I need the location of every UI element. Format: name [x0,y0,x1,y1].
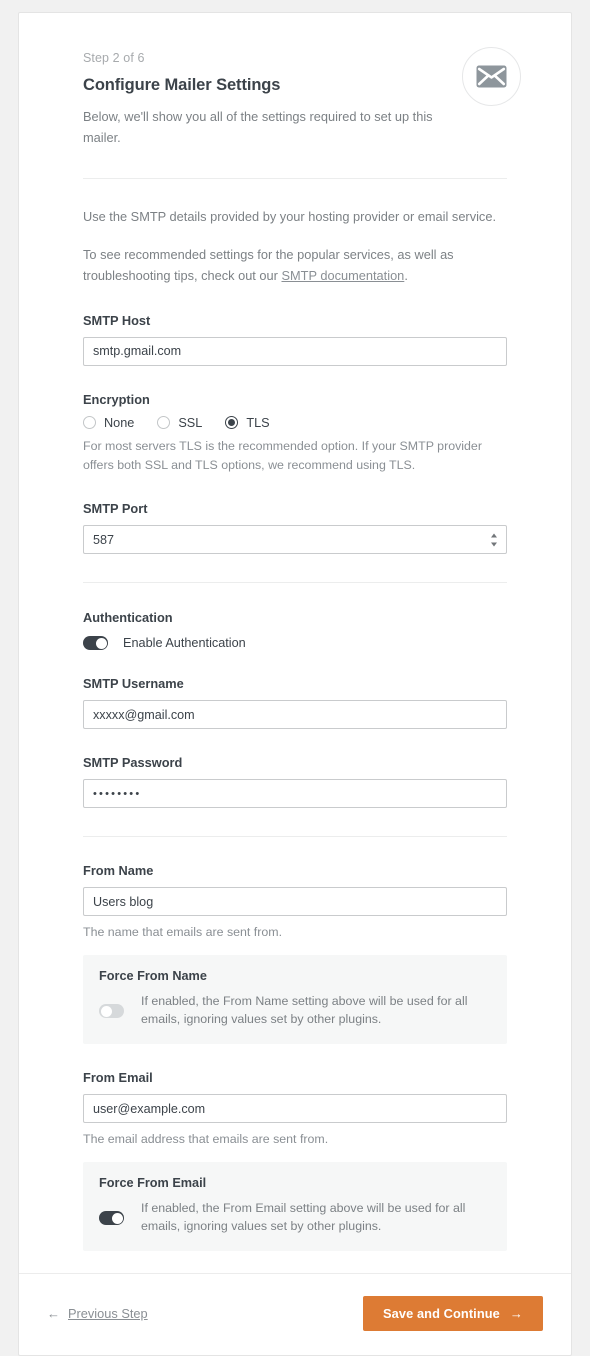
from-name-input[interactable] [83,887,507,917]
smtp-password-input[interactable] [83,779,507,809]
from-email-label: From Email [83,1070,153,1086]
encryption-option-none-label: None [104,415,135,430]
force-from-name-toggle[interactable] [99,1004,124,1019]
force-from-email-toggle[interactable] [99,1211,124,1226]
force-from-name-row: If enabled, the From Name setting above … [99,993,491,1029]
smtp-host-input[interactable] [83,336,507,366]
envelope-icon [476,65,507,88]
from-email-input[interactable] [83,1094,507,1124]
encryption-option-tls[interactable]: TLS [225,415,270,430]
radio-icon-tls [225,416,239,430]
from-email-help-text: The email address that emails are sent f… [83,1132,329,1147]
encryption-option-ssl-label: SSL [178,415,203,430]
from-email-field: From Email The email address that emails… [83,1070,507,1252]
spinner-down-icon[interactable] [490,542,497,547]
encryption-radio-group: None SSL TLS [83,416,507,430]
authentication-section: Authentication Enable Authentication [83,609,507,651]
spinner-up-icon[interactable] [490,533,497,538]
previous-step-link[interactable]: ← Previous Step [47,1306,148,1321]
smtp-username-label: SMTP Username [83,676,184,692]
force-from-name-description: If enabled, the From Name setting above … [141,994,468,1027]
smtp-documentation-link[interactable]: SMTP documentation [281,268,404,283]
wizard-body: Step 2 of 6 Configure Mailer Settings Be… [19,13,571,1273]
wizard-footer: ← Previous Step Save and Continue → [19,1273,571,1355]
smtp-password-field: SMTP Password [83,755,507,809]
setup-wizard-card: Step 2 of 6 Configure Mailer Settings Be… [18,12,572,1356]
arrow-right-icon: → [509,1306,523,1322]
force-from-name-box: Force From Name If enabled, the From Nam… [83,955,507,1045]
radio-icon-ssl [157,416,171,430]
smtp-port-input[interactable] [83,525,507,555]
header-divider [83,178,507,180]
enable-authentication-toggle[interactable] [83,636,108,651]
page-title: Configure Mailer Settings [83,76,281,94]
section-divider-auth [83,582,507,584]
smtp-port-field: SMTP Port [83,501,507,555]
force-from-email-title: Force From Email [99,1176,207,1191]
smtp-host-label: SMTP Host [83,312,151,328]
toggle-knob [100,1005,112,1017]
step-indicator: Step 2 of 6 [83,51,145,65]
mailer-icon-badge [462,47,521,106]
smtp-port-label: SMTP Port [83,501,148,517]
encryption-field: Encryption None SSL TLS For most servers… [83,392,507,475]
encryption-option-none[interactable]: None [83,416,134,430]
encryption-option-ssl[interactable]: SSL [157,416,202,430]
smtp-username-input[interactable] [83,700,507,730]
section-divider-from [83,836,507,838]
page-description: Below, we'll show you all of the setting… [83,109,433,145]
radio-icon-none [83,416,96,430]
arrow-left-icon: ← [47,1306,60,1322]
smtp-port-input-wrap [83,525,507,555]
toggle-knob [95,637,107,649]
intro-paragraph-1: Use the SMTP details provided by your ho… [83,209,497,225]
save-and-continue-button[interactable]: Save and Continue → [363,1296,543,1332]
intro-paragraph-2: To see recommended settings for the popu… [83,245,455,286]
smtp-host-field: SMTP Host [83,313,507,366]
force-from-email-row: If enabled, the From Email setting above… [99,1200,491,1236]
number-spinner-icon[interactable] [489,533,498,547]
previous-step-label: Previous Step [68,1306,148,1322]
from-name-field: From Name The name that emails are sent … [83,863,507,1045]
intro-text-after: . [404,267,408,283]
from-name-help-text: The name that emails are sent from. [83,925,283,940]
force-from-name-title: Force From Name [99,969,207,984]
wizard-header: Step 2 of 6 Configure Mailer Settings Be… [83,41,521,148]
smtp-password-label: SMTP Password [83,755,183,771]
enable-authentication-row: Enable Authentication [83,636,507,651]
encryption-label: Encryption [83,391,150,407]
force-from-email-description: If enabled, the From Email setting above… [141,1201,466,1234]
smtp-username-field: SMTP Username [83,676,507,730]
enable-authentication-label: Enable Authentication [123,636,246,651]
from-name-label: From Name [83,863,154,879]
encryption-help-text: For most servers TLS is the recommended … [83,438,482,472]
force-from-email-box: Force From Email If enabled, the From Em… [83,1162,507,1252]
encryption-option-tls-label: TLS [246,415,270,430]
authentication-label: Authentication [83,610,173,626]
save-and-continue-label: Save and Continue [383,1306,500,1322]
toggle-knob [111,1212,123,1224]
